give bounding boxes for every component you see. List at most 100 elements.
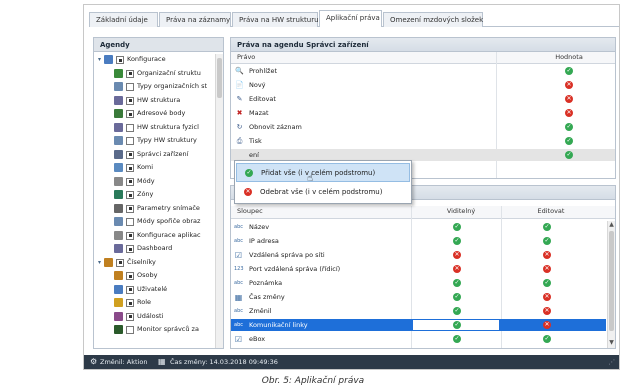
column-row[interactable]: abc Komunikační linky ✓ ✕: [231, 319, 606, 331]
tree-item[interactable]: Parametry snímače: [94, 203, 215, 215]
tree-checkbox[interactable]: [126, 299, 134, 307]
visible-value-icon[interactable]: ✓: [453, 321, 461, 329]
right-value-icon[interactable]: ✓: [565, 123, 573, 131]
column-row[interactable]: abc Poznámka ✓ ✓: [231, 277, 606, 289]
column-row[interactable]: abc IP adresa ✓ ✓: [231, 235, 606, 247]
right-value-icon[interactable]: ✓: [565, 67, 573, 75]
tree-checkbox[interactable]: [126, 164, 134, 172]
tree-checkbox[interactable]: [126, 231, 134, 240]
tree-checkbox[interactable]: [126, 150, 134, 159]
column-row[interactable]: ▦ Čas změny ✓ ✕: [231, 291, 606, 303]
tree-checkbox[interactable]: [126, 137, 134, 145]
right-label: Obnovit záznam: [249, 123, 302, 131]
tree-checkbox[interactable]: [126, 110, 134, 118]
tree-scrollbar[interactable]: [215, 54, 223, 348]
editable-value-icon[interactable]: ✓: [543, 279, 551, 287]
tree-item[interactable]: Typy organizačních st: [94, 81, 215, 93]
tree-item[interactable]: HW struktura: [94, 95, 215, 107]
tab-basic-info[interactable]: Základní údaje: [89, 12, 158, 27]
rights-row[interactable]: ↻ Obnovit záznam ✓: [231, 121, 615, 133]
tree-item[interactable]: Správci zařízení: [94, 149, 215, 161]
tab-hw-rights[interactable]: Práva na HW strukturu: [232, 12, 319, 27]
right-value-icon[interactable]: ✓: [565, 151, 573, 159]
resize-grip-icon[interactable]: ⋰: [609, 355, 616, 369]
tab-app-rights[interactable]: Aplikační práva: [319, 10, 382, 27]
editable-value-icon[interactable]: ✕: [543, 293, 551, 301]
tree-checkbox[interactable]: [126, 218, 134, 226]
column-row[interactable]: 123 Port vzdálená správa (řídicí) ✕ ✕: [231, 263, 606, 275]
rights-row[interactable]: 📄 Nový ✕: [231, 79, 615, 91]
rights-row[interactable]: ✎ Editovat ✕: [231, 93, 615, 105]
tree-checkbox[interactable]: [126, 123, 134, 132]
visible-value-icon[interactable]: ✕: [453, 265, 461, 273]
editable-value-icon[interactable]: ✕: [543, 307, 551, 315]
visible-value-icon[interactable]: ✓: [453, 223, 461, 231]
tree-checkbox[interactable]: [126, 191, 134, 199]
editable-value-icon[interactable]: ✓: [543, 335, 551, 343]
tree-checkbox[interactable]: [126, 177, 134, 186]
expand-icon[interactable]: ▾: [96, 257, 103, 268]
tree-checkbox[interactable]: [116, 258, 124, 267]
visible-value-icon[interactable]: ✓: [453, 237, 461, 245]
tree-checkbox[interactable]: [116, 56, 124, 64]
tree-checkbox[interactable]: [126, 312, 134, 321]
right-value-icon[interactable]: ✕: [565, 81, 573, 89]
tree-item[interactable]: Zóny: [94, 189, 215, 201]
visible-value-icon[interactable]: ✕: [453, 251, 461, 259]
tab-record-rights[interactable]: Práva na záznamy: [159, 12, 231, 27]
tree-item[interactable]: Dashboard: [94, 243, 215, 255]
tree-item[interactable]: Módy: [94, 176, 215, 188]
scroll-down-icon[interactable]: ▼: [608, 339, 615, 347]
menu-remove-all[interactable]: ✕ Odebrat vše (i v celém podstromu): [236, 183, 410, 202]
column-row[interactable]: ☑ Vzdálená správa po síti ✕ ✕: [231, 249, 606, 261]
tree-item[interactable]: Organizační struktu: [94, 68, 215, 80]
tree-item[interactable]: Adresové body: [94, 108, 215, 120]
tab-wage-limits[interactable]: Omezení mzdových složek: [383, 12, 483, 27]
tree-item[interactable]: Módy spořiče obraz: [94, 216, 215, 228]
columns-scrollbar-thumb[interactable]: [609, 231, 614, 331]
tree-checkbox[interactable]: [126, 83, 134, 91]
right-value-icon[interactable]: ✕: [565, 109, 573, 117]
right-value-icon[interactable]: ✓: [565, 137, 573, 145]
visible-value-icon[interactable]: ✓: [453, 335, 461, 343]
columns-scrollbar[interactable]: ▲ ▼: [607, 221, 615, 348]
right-value-icon[interactable]: ✕: [565, 95, 573, 103]
tree-item[interactable]: HW struktura fyzicl: [94, 122, 215, 134]
tree-item[interactable]: Uživatelé: [94, 284, 215, 296]
tree-item[interactable]: Typy HW struktury: [94, 135, 215, 147]
tree-checkbox[interactable]: [126, 326, 134, 334]
column-row[interactable]: abc Změnil ✓ ✕: [231, 305, 606, 317]
tree-checkbox[interactable]: [126, 96, 134, 105]
generic-icon: [235, 151, 244, 160]
editable-value-icon[interactable]: ✕: [543, 251, 551, 259]
visible-value-icon[interactable]: ✓: [453, 307, 461, 315]
tree-checkbox[interactable]: [126, 204, 134, 213]
tree-item[interactable]: ▾ Konfigurace: [94, 54, 215, 66]
tree-item[interactable]: Osoby: [94, 270, 215, 282]
editable-value-icon[interactable]: ✓: [543, 237, 551, 245]
rights-row[interactable]: 🔍 Prohlížet ✓: [231, 65, 615, 77]
column-row[interactable]: abc Název ✓ ✓: [231, 221, 606, 233]
visible-value-icon[interactable]: ✓: [453, 279, 461, 287]
tree-checkbox[interactable]: [126, 69, 134, 78]
tree-item[interactable]: ▾ Číselníky: [94, 257, 215, 269]
tree-item[interactable]: Role: [94, 297, 215, 309]
tree-checkbox[interactable]: [126, 245, 134, 253]
rights-row[interactable]: ⎙ Tisk ✓: [231, 135, 615, 147]
editable-value-icon[interactable]: ✓: [543, 223, 551, 231]
scroll-up-icon[interactable]: ▲: [608, 221, 615, 229]
tree-item[interactable]: Konfigurace aplikac: [94, 230, 215, 242]
editable-value-icon[interactable]: ✕: [543, 265, 551, 273]
tree-item[interactable]: Monitor správců za: [94, 324, 215, 336]
expand-icon[interactable]: ▾: [96, 54, 103, 65]
column-row[interactable]: ☑ eBox ✓ ✓: [231, 333, 606, 345]
tree-checkbox[interactable]: [126, 272, 134, 280]
tree-checkbox[interactable]: [126, 285, 134, 294]
editable-value-icon[interactable]: ✕: [543, 321, 551, 329]
menu-add-all[interactable]: ✓ Přidat vše (i v celém podstromu): [236, 163, 410, 182]
rights-row[interactable]: ✖ Mazat ✕: [231, 107, 615, 119]
tree-item[interactable]: Události: [94, 311, 215, 323]
tree-scrollbar-thumb[interactable]: [217, 58, 222, 98]
tree-item[interactable]: Komi: [94, 162, 215, 174]
visible-value-icon[interactable]: ✓: [453, 293, 461, 301]
